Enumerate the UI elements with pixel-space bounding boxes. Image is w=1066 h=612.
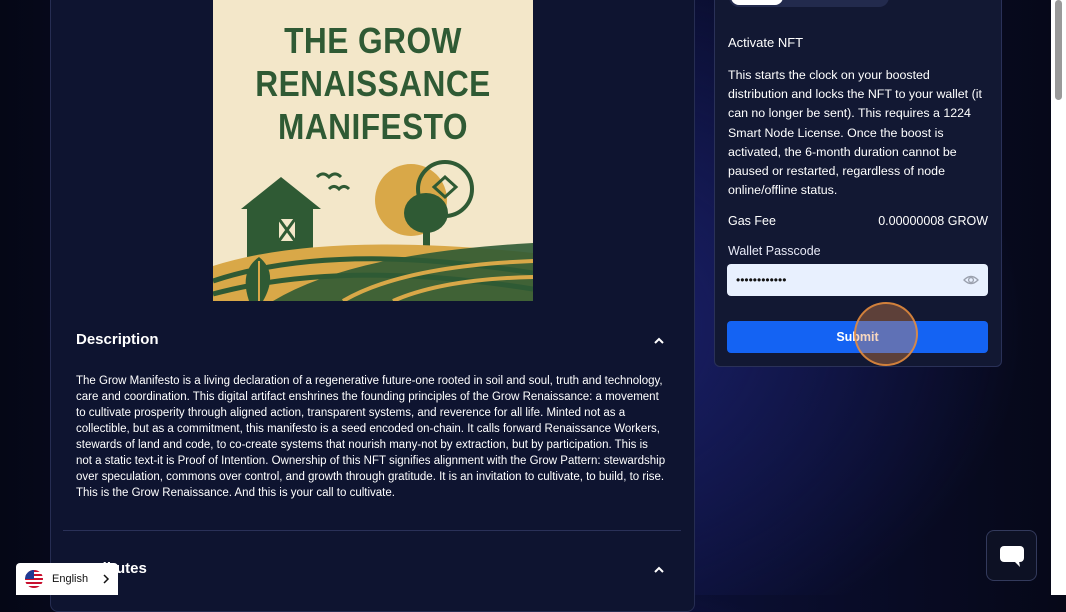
chat-button[interactable] bbox=[986, 530, 1037, 581]
activate-title: Activate NFT bbox=[728, 35, 804, 50]
toggle-knob[interactable] bbox=[731, 0, 783, 5]
activate-description: This starts the clock on your boosted di… bbox=[728, 68, 982, 198]
eye-icon[interactable] bbox=[963, 273, 979, 287]
description-text: The Grow Manifesto is a living declarati… bbox=[76, 375, 666, 499]
chevron-up-icon[interactable] bbox=[652, 334, 666, 348]
nft-artwork: THE GROW RENAISSANCE MANIFESTO bbox=[213, 0, 533, 301]
language-selector[interactable]: English bbox=[16, 563, 118, 595]
farm-illustration bbox=[213, 160, 533, 301]
nft-details-panel: THE GROW RENAISSANCE MANIFESTO Descripti… bbox=[50, 0, 695, 612]
gas-fee-value: 0.00000008 GROW bbox=[878, 214, 988, 228]
description-heading: Description bbox=[76, 331, 159, 348]
wallet-passcode-label: Wallet Passcode bbox=[728, 244, 821, 258]
attributes-header[interactable]: Attributes bbox=[76, 560, 666, 584]
click-indicator bbox=[854, 302, 918, 366]
activate-nft-panel: Activate NFT This starts the clock on yo… bbox=[714, 0, 1002, 367]
scrollbar-thumb[interactable] bbox=[1055, 0, 1062, 100]
mode-toggle[interactable] bbox=[729, 0, 889, 7]
gas-fee-label: Gas Fee bbox=[728, 214, 776, 228]
section-divider bbox=[63, 530, 681, 531]
page-scrollbar[interactable] bbox=[1051, 0, 1066, 595]
wallet-passcode-input[interactable] bbox=[727, 264, 988, 296]
description-header[interactable]: Description bbox=[76, 331, 666, 355]
chevron-right-icon bbox=[103, 574, 110, 584]
chat-bubble-icon bbox=[1000, 546, 1024, 567]
us-flag-icon bbox=[25, 570, 43, 588]
language-label: English bbox=[52, 573, 89, 585]
chevron-up-icon[interactable] bbox=[652, 563, 666, 577]
